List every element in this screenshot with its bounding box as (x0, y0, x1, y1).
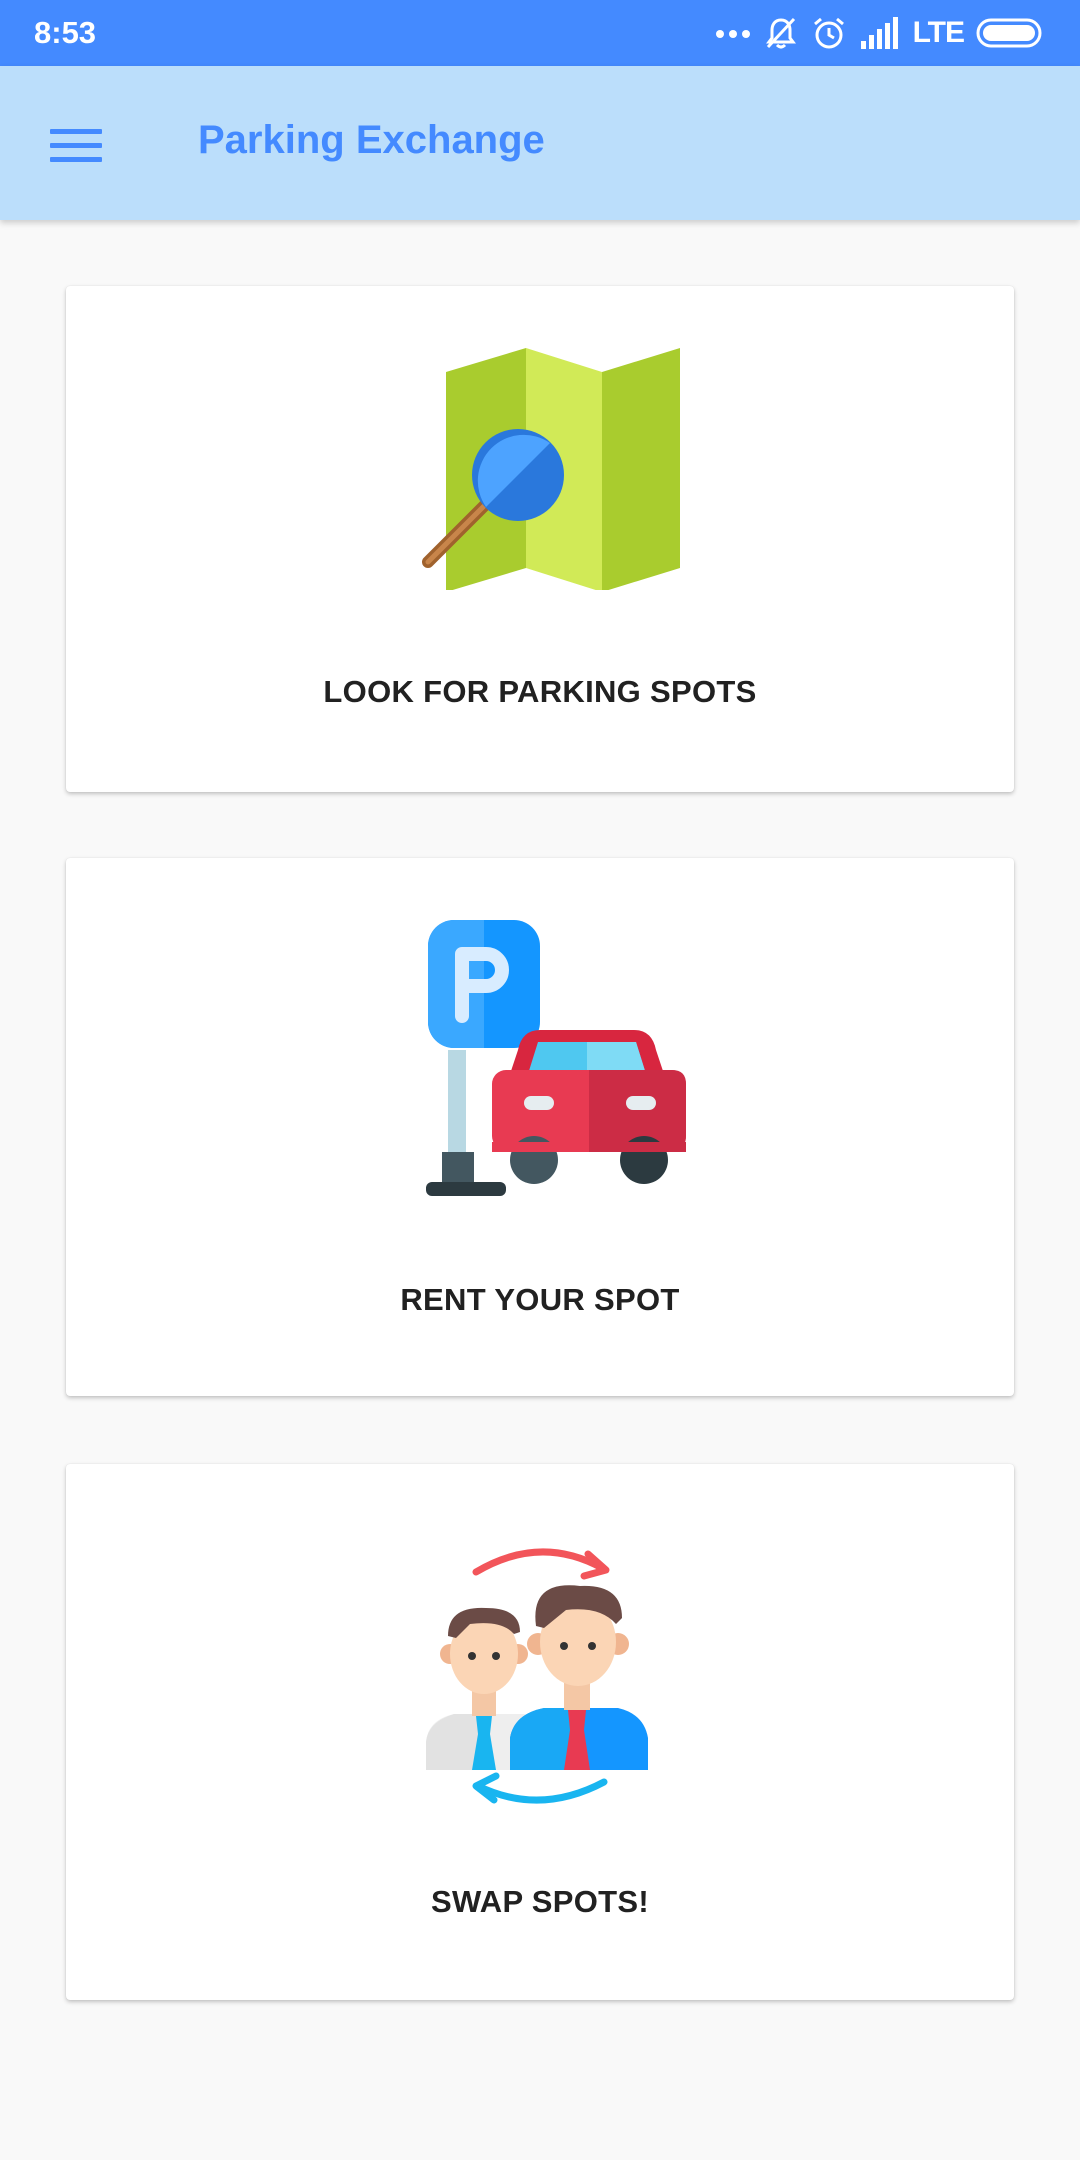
page-title: Parking Exchange (198, 118, 545, 162)
swap-people-icon (426, 1548, 648, 1804)
illustration (66, 330, 1014, 590)
hamburger-menu-icon (50, 129, 102, 162)
swap-spots-card[interactable]: SWAP SPOTS! (66, 1464, 1014, 2000)
signal-bars-icon (860, 17, 898, 49)
menu-button[interactable] (34, 116, 120, 176)
illustration (66, 920, 1014, 1210)
map-search-icon (422, 348, 680, 590)
app-bar: Parking Exchange (0, 66, 1080, 220)
card-label: RENT YOUR SPOT (400, 1282, 680, 1317)
status-bar: 8:53 LTE (0, 0, 1080, 66)
parking-sign-car-icon (426, 920, 686, 1196)
status-time: 8:53 (34, 15, 97, 50)
rent-your-spot-card[interactable]: RENT YOUR SPOT (66, 858, 1014, 1396)
card-label: LOOK FOR PARKING SPOTS (323, 674, 757, 709)
look-for-parking-card[interactable]: LOOK FOR PARKING SPOTS (66, 286, 1014, 792)
status-icons: LTE (715, 15, 1046, 51)
card-label: SWAP SPOTS! (430, 1884, 650, 1919)
alarm-clock-icon (813, 17, 844, 49)
battery-icon (976, 18, 1042, 48)
illustration (66, 1524, 1014, 1824)
network-type: LTE (912, 16, 965, 49)
more-dots-icon (715, 30, 750, 38)
muted-bell-icon (765, 17, 796, 49)
